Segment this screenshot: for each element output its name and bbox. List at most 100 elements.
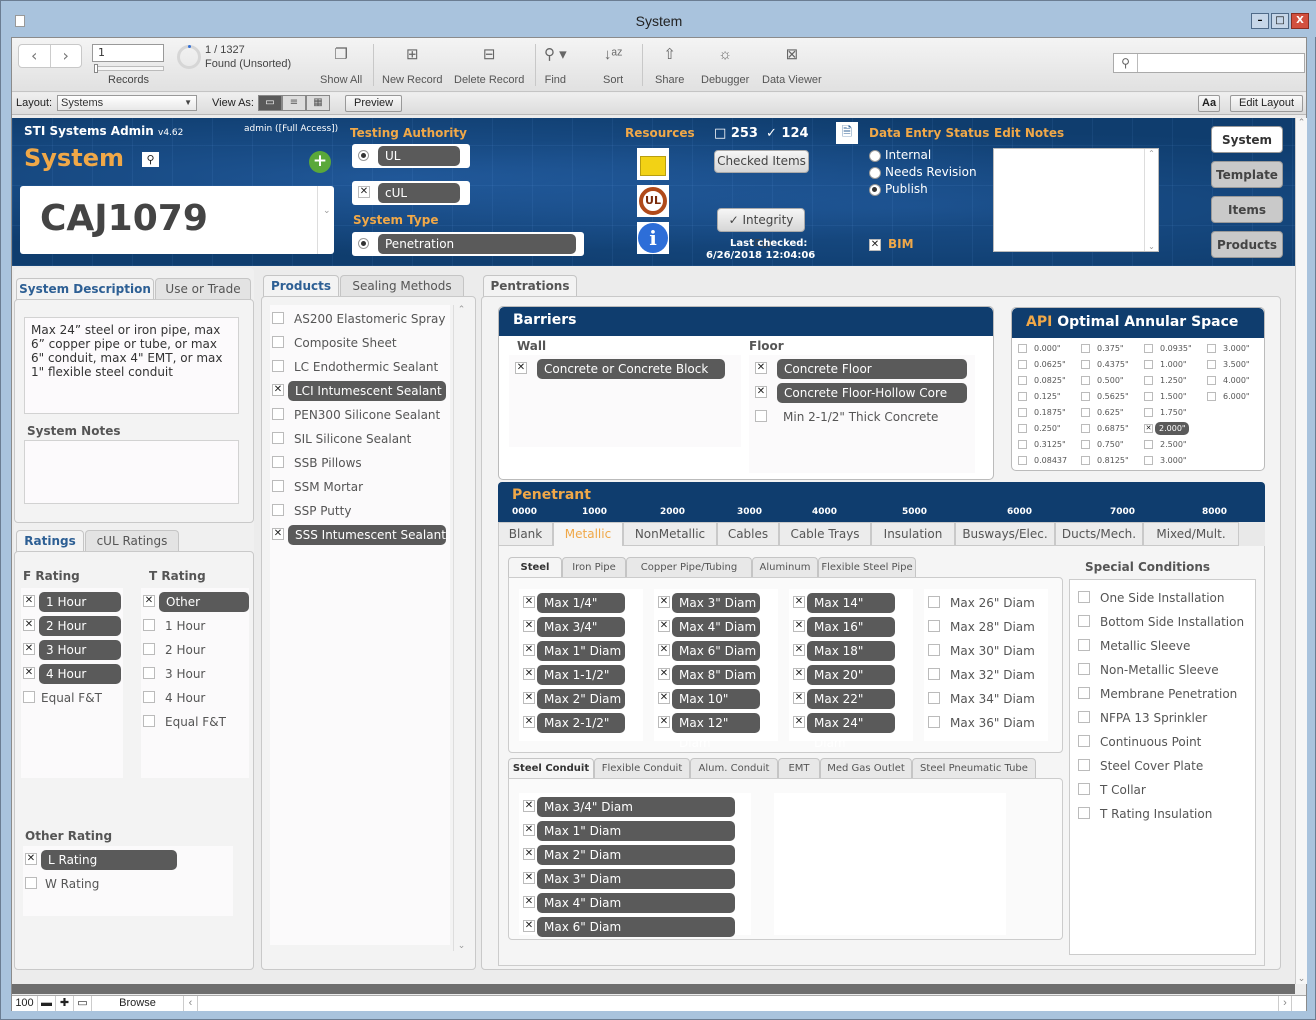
record-slider[interactable] [94,64,164,73]
checked-checkbox[interactable]: ✕ [793,596,805,608]
checked-checkbox[interactable]: ✕ [755,362,767,374]
checked-checkbox[interactable]: ✕ [523,872,535,884]
pipe-size-item[interactable]: ✕ Max 1" Diam [523,641,631,661]
subtab-active[interactable]: Steel Pipe [508,557,562,592]
special-condition-item[interactable]: NFPA 13 Sprinkler [1078,708,1238,728]
api-option[interactable]: 0.750" [1081,438,1141,454]
unchecked-checkbox[interactable] [1144,344,1153,353]
quick-find-input[interactable]: ⚲ [1113,53,1305,73]
system-id-field[interactable]: CAJ1079 ⌄ [20,186,334,254]
checked-checkbox[interactable]: ✕ [793,692,805,704]
unchecked-checkbox[interactable] [1018,456,1027,465]
pipe-size-item[interactable]: Max 26" Diam [928,593,1036,613]
unchecked-checkbox[interactable] [1018,408,1027,417]
f-rating-item[interactable]: ✕ 4 Hour [23,664,125,684]
product-item[interactable]: SSP Putty [272,501,450,521]
api-option[interactable]: 0.375" [1081,342,1141,358]
unchecked-checkbox[interactable] [1081,344,1090,353]
debugger-button[interactable]: ☼ Debugger [701,44,749,86]
pipe-size-item[interactable]: Max 36" Diam [928,713,1036,733]
product-item[interactable]: SSB Pillows [272,453,450,473]
checked-checkbox[interactable]: ✕ [523,920,535,932]
edit-layout-button[interactable]: Edit Layout [1230,95,1304,112]
pipe-size-item[interactable]: ✕ Max 3/4" [523,617,631,637]
ul-radio[interactable] [358,150,369,161]
unchecked-checkbox[interactable] [272,432,284,444]
product-item[interactable]: ✕ SSS Intumescent Sealant [272,525,450,545]
special-condition-item[interactable]: Metallic Sleeve [1078,636,1238,656]
api-option[interactable]: ✕ 2.000" [1144,422,1204,438]
checked-checkbox[interactable]: ✕ [658,668,670,680]
api-option[interactable]: 0.625" [1081,406,1141,422]
product-item[interactable]: SIL Silicone Sealant [272,429,450,449]
unchecked-checkbox[interactable] [1081,376,1090,385]
unchecked-checkbox[interactable] [1078,759,1090,771]
new-record-button[interactable]: ⊞ New Record [382,44,443,86]
previous-record-button[interactable]: ‹ [19,45,51,67]
subtab[interactable]: Flexible Conduit [594,758,690,778]
checked-checkbox[interactable]: ✕ [23,667,35,679]
unchecked-checkbox[interactable] [1078,615,1090,627]
unchecked-checkbox[interactable] [1018,440,1027,449]
product-item[interactable]: ✕ LCI Intumescent Sealant [272,381,450,401]
penetrant-tab[interactable]: Insulation [871,522,955,546]
pipe-size-item[interactable]: ✕ Max 24" Diam [793,713,901,750]
pipe-size-item[interactable]: ✕Max 10" Diam [658,689,766,726]
api-option[interactable]: 0.125" [1018,390,1078,406]
special-condition-item[interactable]: T Collar [1078,780,1238,800]
pipe-size-item[interactable]: ✕ Max 1-1/2" [523,665,631,685]
checked-checkbox[interactable]: ✕ [755,386,767,398]
checked-checkbox[interactable]: ✕ [1144,424,1153,433]
api-option[interactable]: 0.8125" [1081,454,1141,470]
toggle-toolbar-button[interactable]: ▭ [74,996,92,1011]
layout-select[interactable]: Systems ▼ [57,95,197,111]
list-view-button[interactable]: ≡ [282,95,306,111]
pipe-size-item[interactable]: Max 32" Diam [928,665,1036,685]
scroll-right-button[interactable]: › [1278,996,1292,1011]
conduit-size-item[interactable]: ✕ Max 4" Diam [523,893,741,913]
checked-items-button[interactable]: Checked Items [714,150,809,173]
penetrant-tab[interactable]: Cables [717,522,779,546]
pipe-size-item[interactable]: ✕ Max 2-1/2" [523,713,631,733]
t-rating-item[interactable]: 4 Hour [143,688,253,708]
pipe-size-item[interactable]: ✕ Max 2" Diam [523,689,631,709]
unchecked-checkbox[interactable] [1078,639,1090,651]
unchecked-checkbox[interactable] [1144,392,1153,401]
penetrant-tab[interactable]: Blank [498,522,553,546]
bim-checkbox[interactable]: ✕ [869,239,881,251]
checked-checkbox[interactable]: ✕ [793,644,805,656]
checked-checkbox[interactable]: ✕ [523,716,535,728]
tab-cul-ratings[interactable]: cUL Ratings [85,530,179,552]
checked-checkbox[interactable]: ✕ [523,668,535,680]
unchecked-checkbox[interactable] [755,410,767,422]
floor-item[interactable]: Min 2-1/2" Thick Concrete [755,407,965,427]
checked-checkbox[interactable]: ✕ [523,800,535,812]
unchecked-checkbox[interactable] [1144,376,1153,385]
next-record-button[interactable]: › [51,45,82,67]
unchecked-checkbox[interactable] [1078,663,1090,675]
api-option[interactable]: 0.500" [1081,374,1141,390]
f-rating-item[interactable]: Equal F&T [23,688,125,708]
api-option[interactable]: 0.5625" [1081,390,1141,406]
pipe-size-item[interactable]: ✕ Max 8" Diam [658,665,766,685]
other-rating-item[interactable]: ✕ L Rating [25,850,181,870]
slider-handle[interactable] [94,64,98,73]
unchecked-checkbox[interactable] [1018,344,1027,353]
ul-logo-icon[interactable]: UL [637,185,669,217]
checked-checkbox[interactable]: ✕ [515,362,527,374]
special-condition-item[interactable]: Bottom Side Installation [1078,612,1244,632]
chevron-down-icon[interactable]: ⌄ [323,206,331,216]
api-option[interactable]: 2.500" [1144,438,1204,454]
product-item[interactable]: AS200 Elastomeric Spray [272,309,450,329]
pipe-size-item[interactable]: ✕ Max 4" Diam [658,617,766,637]
unchecked-checkbox[interactable] [928,596,940,608]
data-viewer-button[interactable]: ⊠ Data Viewer [762,44,822,86]
unchecked-checkbox[interactable] [272,408,284,420]
api-option[interactable]: 1.500" [1144,390,1204,406]
nav-system-button[interactable]: System [1211,126,1283,153]
vertical-scrollbar[interactable]: ⌃ ⌄ [1295,118,1307,984]
record-number-input[interactable]: 1 [92,44,164,62]
api-option[interactable]: 1.250" [1144,374,1204,390]
api-option[interactable]: 0.6875" [1081,422,1141,438]
unchecked-checkbox[interactable] [143,691,155,703]
